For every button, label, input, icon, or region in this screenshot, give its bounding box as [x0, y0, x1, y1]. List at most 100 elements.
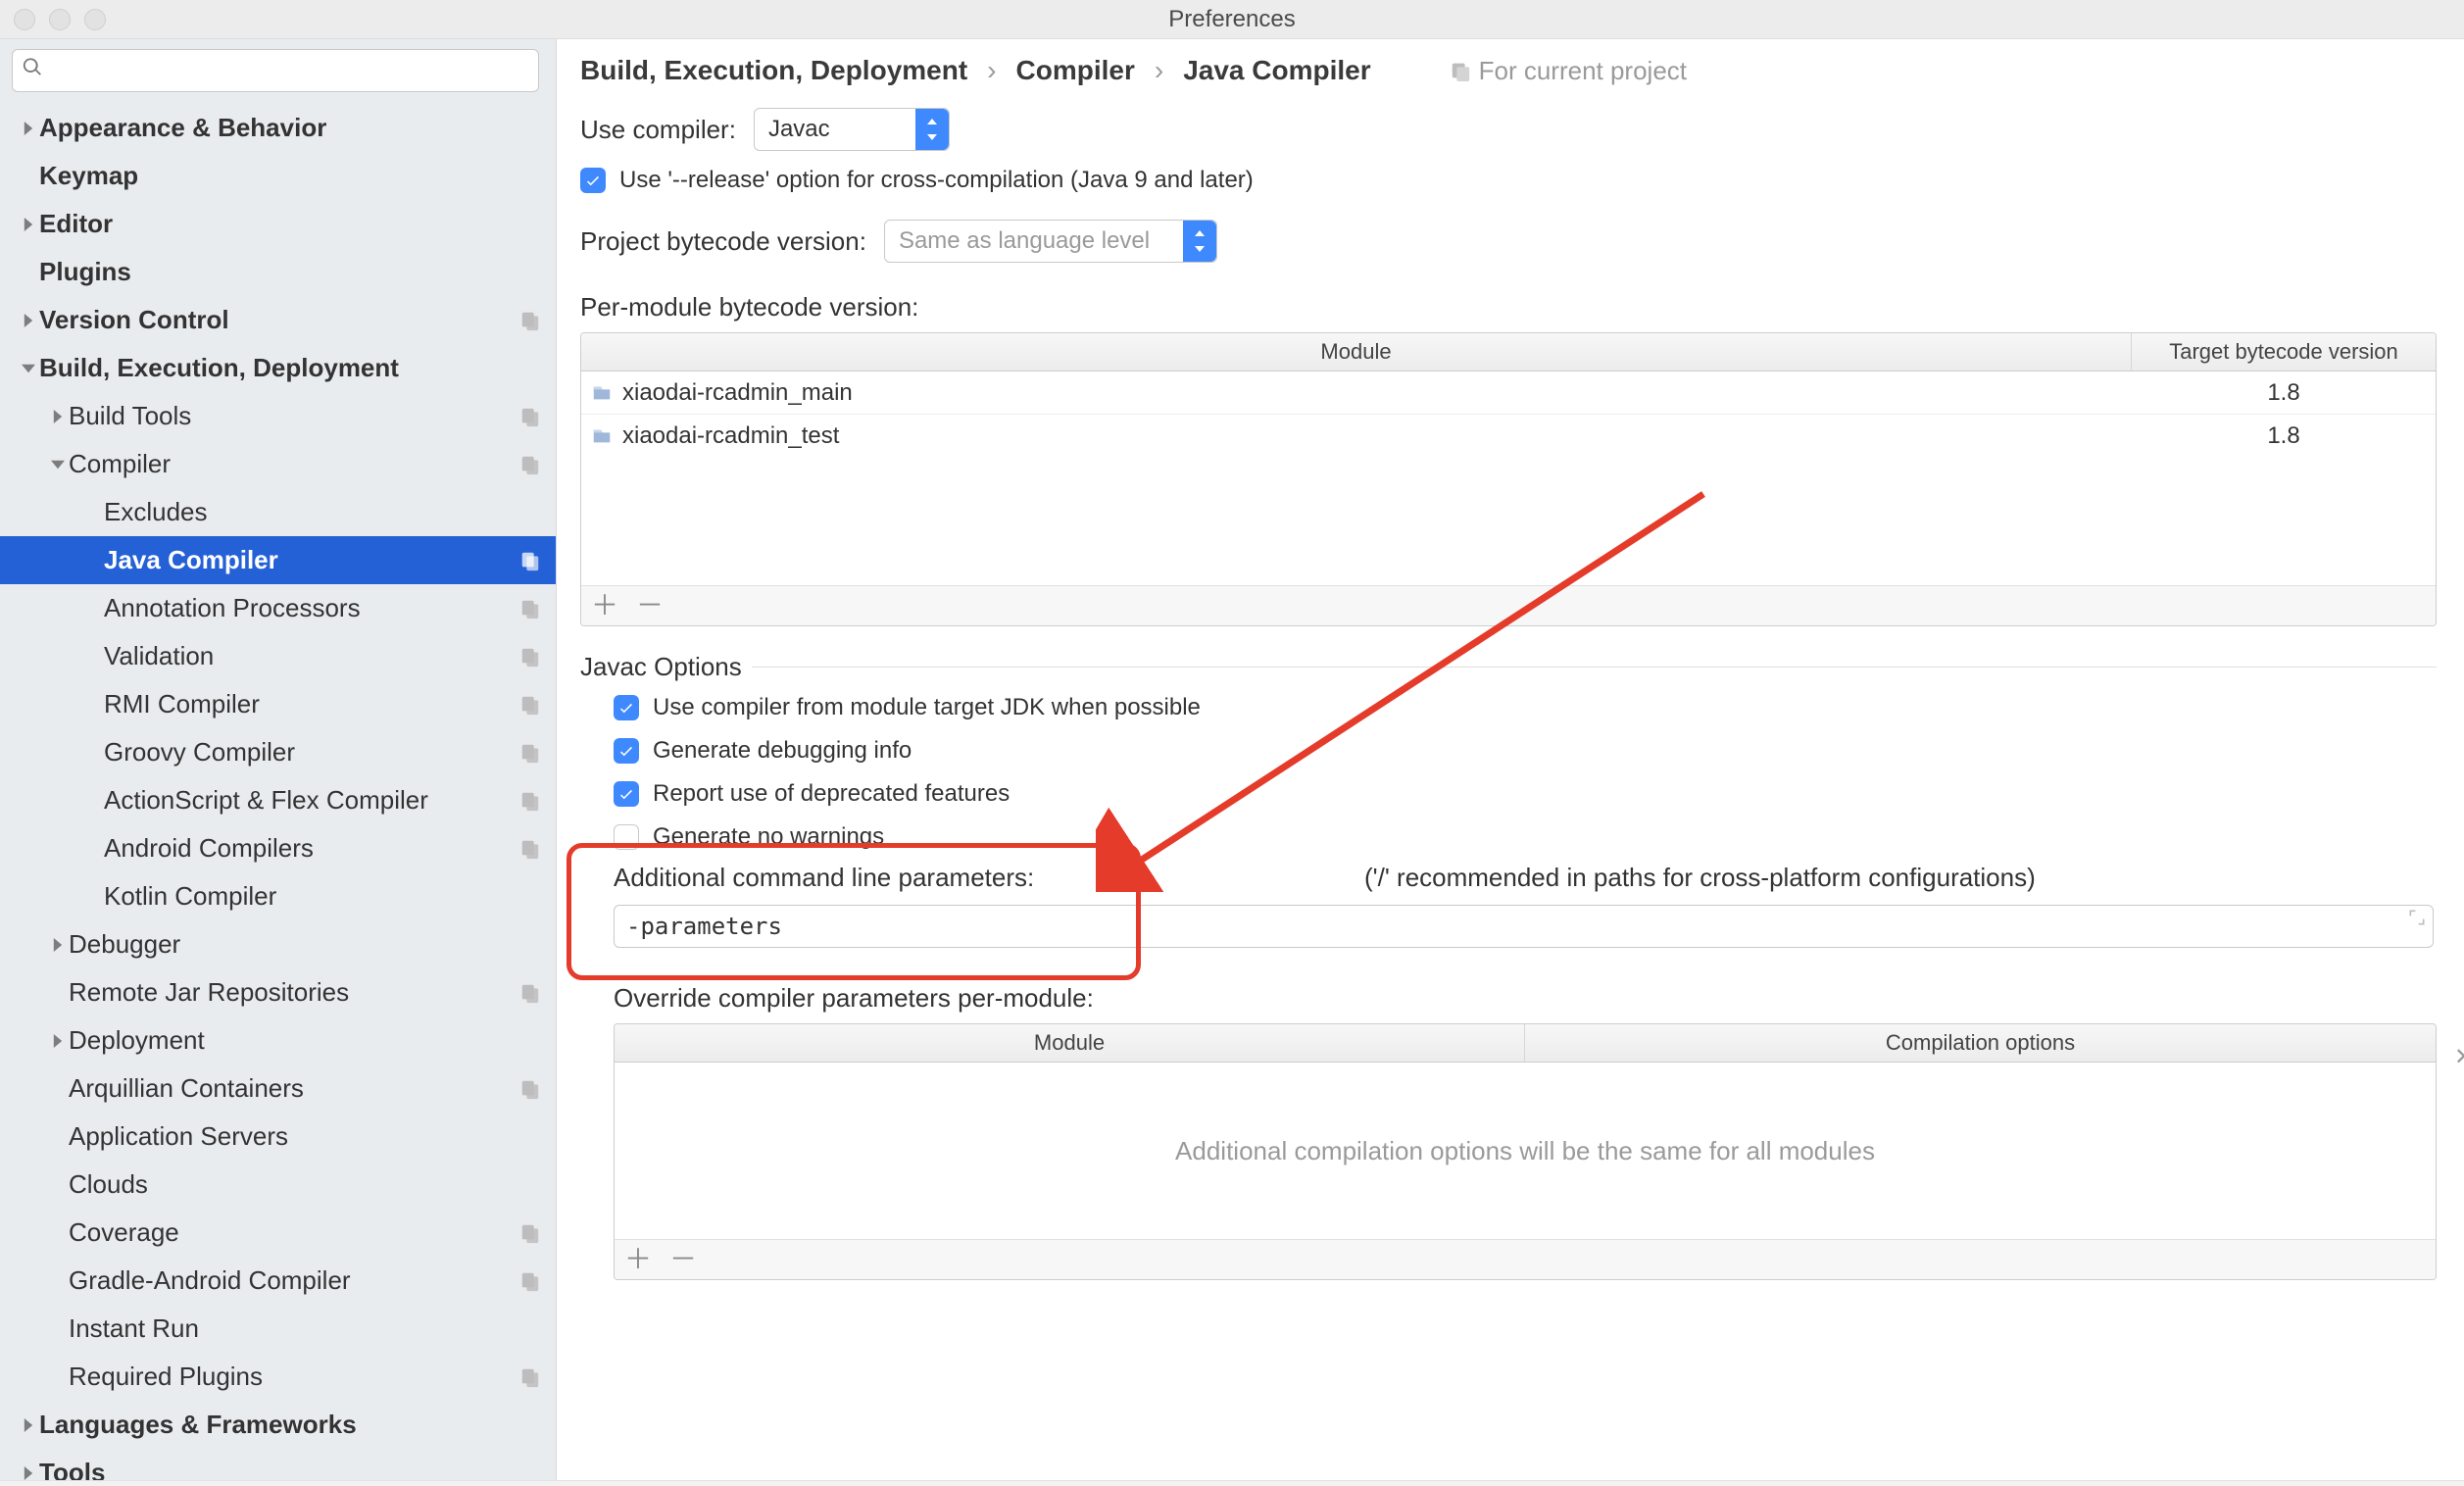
- crumb-compiler[interactable]: Compiler: [1016, 55, 1135, 86]
- target-cell[interactable]: 1.8: [2132, 379, 2436, 407]
- chevron-right-icon: [18, 122, 39, 135]
- project-bytecode-select[interactable]: Same as language level: [884, 220, 1217, 263]
- sidebar-item[interactable]: Groovy Compiler: [0, 728, 556, 776]
- add-button[interactable]: ＋: [591, 592, 618, 619]
- sidebar-item-label: Validation: [104, 641, 518, 671]
- sidebar-item[interactable]: Debugger: [0, 920, 556, 968]
- target-cell[interactable]: 1.8: [2132, 422, 2436, 450]
- crumb-java-compiler: Java Compiler: [1183, 55, 1370, 86]
- sidebar: Appearance & Behavior Keymap EditorPlugins…: [0, 39, 557, 1480]
- opt-debug-info-checkbox[interactable]: Generate debugging info: [614, 737, 2437, 765]
- opt-module-jdk-checkbox[interactable]: Use compiler from module target JDK when…: [614, 694, 2437, 721]
- remove-button[interactable]: －: [669, 1246, 697, 1273]
- opt-deprecated-checkbox[interactable]: Report use of deprecated features: [614, 780, 2437, 808]
- project-scope-icon: [518, 597, 542, 620]
- sidebar-item[interactable]: Required Plugins: [0, 1353, 556, 1401]
- additional-params-hint: ('/' recommended in paths for cross-plat…: [1364, 863, 2036, 893]
- sidebar-item-label: Debugger: [69, 929, 542, 960]
- sidebar-item[interactable]: Build, Execution, Deployment: [0, 344, 556, 392]
- sidebar-item[interactable]: Keymap: [0, 152, 556, 200]
- project-scope-icon: [518, 1269, 542, 1293]
- sidebar-item-label: Arquillian Containers: [69, 1073, 518, 1104]
- module-icon: [591, 382, 613, 404]
- sidebar-item-label: Android Compilers: [104, 833, 518, 864]
- sidebar-item[interactable]: Compiler: [0, 440, 556, 488]
- additional-params-input[interactable]: [614, 905, 2434, 948]
- table-row[interactable]: xiaodai-rcadmin_main1.8: [581, 372, 2436, 415]
- th-target[interactable]: Target bytecode version: [2132, 333, 2436, 371]
- sidebar-item-label: Groovy Compiler: [104, 737, 518, 768]
- th-override-module[interactable]: Module: [615, 1024, 1525, 1062]
- sidebar-item-label: Clouds: [69, 1169, 542, 1200]
- override-empty-text: Additional compilation options will be t…: [615, 1063, 2436, 1239]
- opt-no-warnings-checkbox[interactable]: Generate no warnings: [614, 823, 2437, 851]
- sidebar-item[interactable]: Deployment: [0, 1016, 556, 1065]
- project-scope-icon: [518, 837, 542, 861]
- resize-notch-icon: ✕: [2454, 1043, 2464, 1061]
- sidebar-item-label: Remote Jar Repositories: [69, 977, 518, 1008]
- sidebar-item-label: Required Plugins: [69, 1362, 518, 1392]
- search-input[interactable]: [12, 49, 539, 92]
- breadcrumb: Build, Execution, Deployment › Compiler …: [580, 55, 2437, 86]
- sidebar-item-label: Annotation Processors: [104, 593, 518, 623]
- opt-debug-info-label: Generate debugging info: [653, 737, 912, 765]
- sidebar-item[interactable]: Gradle-Android Compiler: [0, 1257, 556, 1305]
- sidebar-item[interactable]: Tools: [0, 1449, 556, 1480]
- override-label: Override compiler parameters per-module:: [580, 983, 2437, 1014]
- sidebar-item[interactable]: Clouds: [0, 1161, 556, 1209]
- project-scope-icon: [518, 693, 542, 717]
- sidebar-item-label: Build, Execution, Deployment: [39, 353, 542, 383]
- sidebar-item-label: Java Compiler: [104, 545, 518, 575]
- sidebar-item-label: Compiler: [69, 449, 518, 479]
- project-scope-icon: [518, 309, 542, 332]
- sidebar-item[interactable]: RMI Compiler: [0, 680, 556, 728]
- th-module[interactable]: Module: [581, 333, 2132, 371]
- sidebar-item[interactable]: Instant Run: [0, 1305, 556, 1353]
- sidebar-item[interactable]: Validation: [0, 632, 556, 680]
- add-button[interactable]: ＋: [624, 1246, 652, 1273]
- chevron-right-icon: [18, 314, 39, 327]
- sidebar-item[interactable]: Version Control: [0, 296, 556, 344]
- sidebar-item[interactable]: Languages & Frameworks: [0, 1401, 556, 1449]
- override-table: Module Compilation options Additional co…: [614, 1023, 2437, 1280]
- sidebar-item[interactable]: Remote Jar Repositories: [0, 968, 556, 1016]
- use-compiler-select[interactable]: Javac: [754, 108, 950, 151]
- project-scope-icon: [518, 549, 542, 572]
- javac-options-heading: Javac Options: [580, 652, 742, 682]
- checkbox-on-icon: [614, 695, 639, 720]
- project-scope-icon: [518, 981, 542, 1005]
- remove-button[interactable]: －: [636, 592, 664, 619]
- sidebar-item[interactable]: Application Servers: [0, 1113, 556, 1161]
- sidebar-item-label: Keymap: [39, 161, 542, 191]
- sidebar-item[interactable]: Annotation Processors: [0, 584, 556, 632]
- sidebar-item[interactable]: Excludes: [0, 488, 556, 536]
- sidebar-item[interactable]: Coverage: [0, 1209, 556, 1257]
- project-scope-icon: [518, 789, 542, 813]
- th-override-options[interactable]: Compilation options: [1525, 1024, 2436, 1062]
- module-cell: xiaodai-rcadmin_test: [581, 422, 2132, 450]
- sidebar-item[interactable]: Editor: [0, 200, 556, 248]
- sidebar-item[interactable]: Arquillian Containers: [0, 1065, 556, 1113]
- sidebar-item[interactable]: Android Compilers: [0, 824, 556, 872]
- project-scope-icon: [518, 405, 542, 428]
- sidebar-item[interactable]: Plugins: [0, 248, 556, 296]
- chevron-right-icon: ›: [987, 55, 996, 86]
- chevron-right-icon: [18, 218, 39, 231]
- sidebar-item[interactable]: Kotlin Compiler: [0, 872, 556, 920]
- checkbox-on-icon: [580, 168, 606, 193]
- per-module-table: Module Target bytecode version xiaodai-r…: [580, 332, 2437, 626]
- sidebar-item[interactable]: Java Compiler: [0, 536, 556, 584]
- sidebar-item-label: ActionScript & Flex Compiler: [104, 785, 518, 816]
- chevron-down-icon: [18, 362, 39, 375]
- sidebar-item[interactable]: Build Tools: [0, 392, 556, 440]
- expand-icon[interactable]: [2407, 907, 2427, 934]
- release-option-checkbox[interactable]: Use '--release' option for cross-compila…: [580, 167, 1254, 194]
- project-scope-icon: [518, 1221, 542, 1245]
- sidebar-item[interactable]: ActionScript & Flex Compiler: [0, 776, 556, 824]
- use-compiler-label: Use compiler:: [580, 115, 736, 145]
- project-bytecode-label: Project bytecode version:: [580, 226, 866, 257]
- chevron-updown-icon: [1183, 221, 1216, 262]
- crumb-bed[interactable]: Build, Execution, Deployment: [580, 55, 967, 86]
- table-row[interactable]: xiaodai-rcadmin_test1.8: [581, 415, 2436, 458]
- sidebar-item[interactable]: Appearance & Behavior: [0, 104, 556, 152]
